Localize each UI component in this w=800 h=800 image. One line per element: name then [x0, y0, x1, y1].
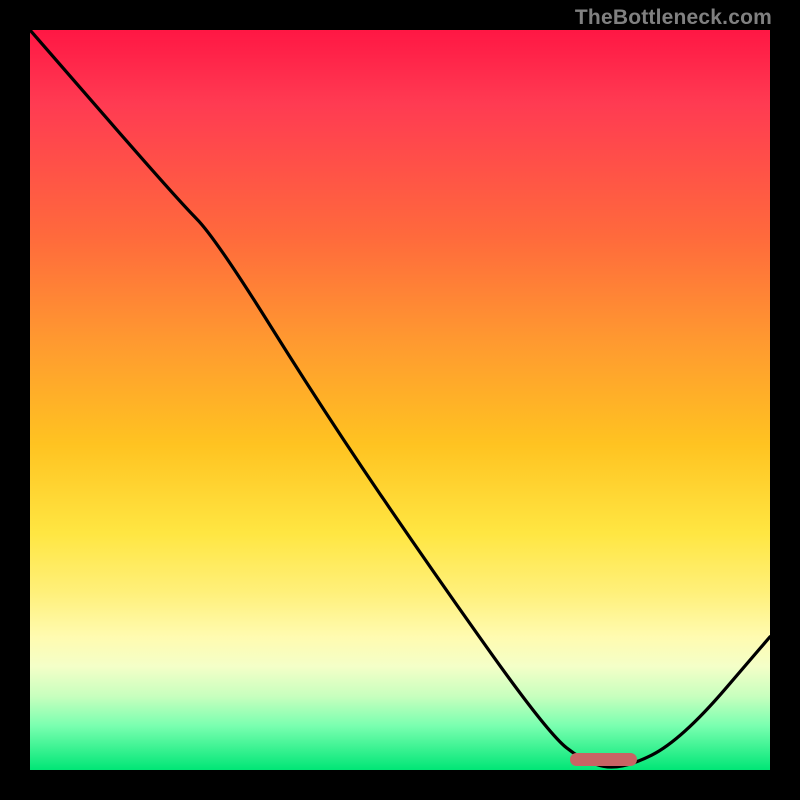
curve-path: [30, 30, 770, 767]
chart-plot-area: [30, 30, 770, 770]
bottleneck-curve: [30, 30, 770, 770]
chart-frame: TheBottleneck.com: [0, 0, 800, 800]
optimal-range-marker: [570, 753, 637, 766]
watermark-text: TheBottleneck.com: [575, 6, 772, 30]
